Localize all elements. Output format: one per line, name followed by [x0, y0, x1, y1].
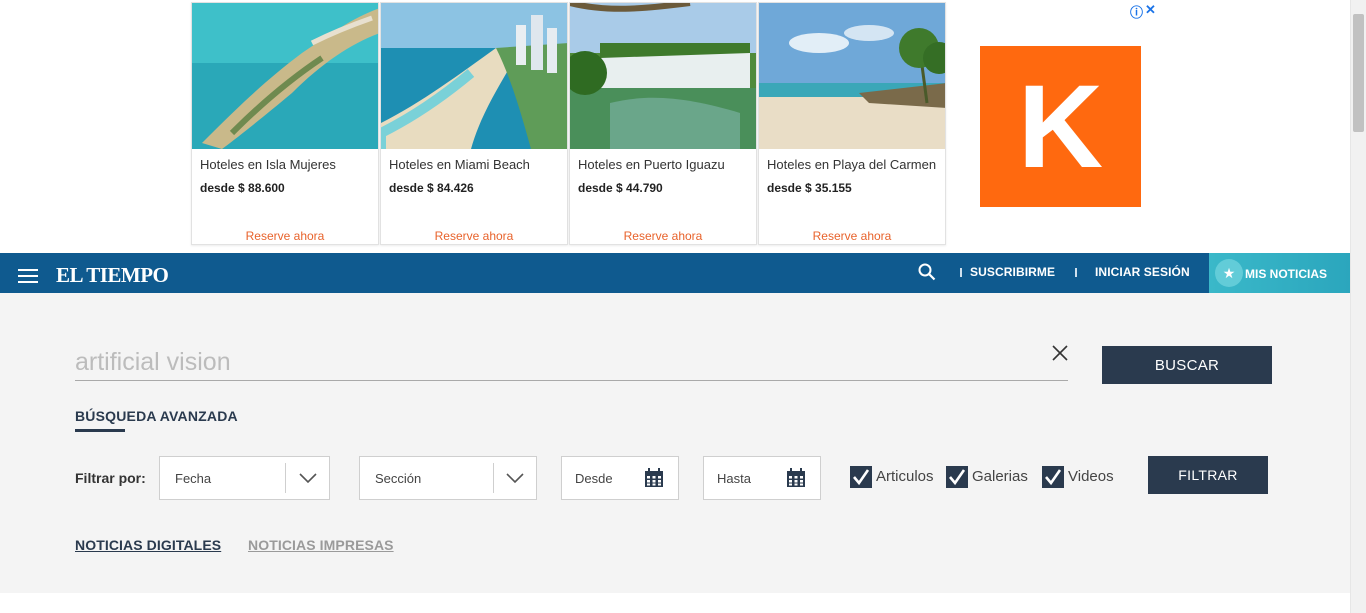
section-select[interactable]: Sección: [359, 456, 537, 500]
ad-title[interactable]: Hoteles en Miami Beach: [389, 157, 530, 172]
page: Hoteles en Isla Mujeres desde $ 88.600 R…: [0, 0, 1366, 613]
reserve-link[interactable]: Reserve ahora: [381, 229, 567, 243]
ad-image-isla-mujeres[interactable]: [192, 3, 378, 149]
articles-label[interactable]: Articulos: [876, 468, 934, 485]
calendar-icon[interactable]: [786, 468, 806, 488]
ad-card-isla-mujeres[interactable]: Hoteles en Isla Mujeres desde $ 88.600 R…: [191, 2, 379, 245]
ad-title[interactable]: Hoteles en Playa del Carmen: [767, 157, 936, 172]
mis-noticias-button[interactable]: ★ MIS NOTICIAS: [1209, 253, 1350, 293]
mis-noticias-label: MIS NOTICIAS: [1245, 267, 1328, 281]
chevron-down-icon: [299, 473, 317, 484]
date-to-label: Hasta: [717, 471, 751, 486]
tab-noticias-digitales[interactable]: NOTICIAS DIGITALES: [75, 537, 221, 553]
reserve-link[interactable]: Reserve ahora: [192, 229, 378, 243]
ad-card-playa-del-carmen[interactable]: Hoteles en Playa del Carmen desde $ 35.1…: [758, 2, 946, 245]
reserve-link[interactable]: Reserve ahora: [570, 229, 756, 243]
checkmark-icon: [1045, 469, 1062, 486]
page-scrollbar[interactable]: [1350, 0, 1366, 613]
date-select-value: Fecha: [175, 471, 212, 486]
articles-checkbox[interactable]: [850, 466, 872, 488]
ad-image-puerto-iguazu[interactable]: [570, 3, 756, 149]
ad-price: desde $ 35.155: [767, 181, 852, 195]
ad-card-puerto-iguazu[interactable]: Hoteles en Puerto Iguazu desde $ 44.790 …: [569, 2, 757, 245]
ad-card-miami-beach[interactable]: Hoteles en Miami Beach desde $ 84.426 Re…: [380, 2, 568, 245]
site-logo[interactable]: EL TIEMPO: [56, 263, 169, 288]
search-panel: BUSCAR BÚSQUEDA AVANZADA Filtrar por: Fe…: [0, 293, 1350, 593]
clear-search-icon[interactable]: [1050, 343, 1070, 363]
advanced-search-tab[interactable]: BÚSQUEDA AVANZADA: [75, 408, 238, 424]
ad-image-playa-del-carmen[interactable]: [759, 3, 945, 149]
nav-divider: [1075, 268, 1077, 277]
filter-button[interactable]: FILTRAR: [1148, 456, 1268, 494]
ad-image-miami-beach[interactable]: [381, 3, 567, 149]
search-icon[interactable]: [918, 263, 936, 281]
ad-price: desde $ 44.790: [578, 181, 663, 195]
ad-price: desde $ 84.426: [389, 181, 474, 195]
galleries-checkbox[interactable]: [946, 466, 968, 488]
section-select-value: Sección: [375, 471, 422, 486]
top-navigation: EL TIEMPO SUSCRIBIRME INICIAR SESIÓN ★ M…: [0, 253, 1350, 293]
subscribe-link[interactable]: SUSCRIBIRME: [970, 265, 1055, 279]
reserve-link[interactable]: Reserve ahora: [759, 229, 945, 243]
advanced-search-underline: [75, 429, 125, 432]
ad-brand-panel[interactable]: ⓘ ✕ K: [948, 0, 1160, 248]
date-from-field[interactable]: Desde: [561, 456, 679, 500]
checkmark-icon: [949, 469, 966, 486]
date-to-field[interactable]: Hasta: [703, 456, 821, 500]
search-button[interactable]: BUSCAR: [1102, 346, 1272, 384]
videos-label[interactable]: Videos: [1068, 468, 1114, 485]
ad-close-icon[interactable]: ✕: [1145, 2, 1156, 18]
tab-noticias-impresas[interactable]: NOTICIAS IMPRESAS: [248, 537, 394, 553]
chevron-down-icon: [506, 473, 524, 484]
scrollbar-thumb[interactable]: [1353, 14, 1364, 132]
calendar-icon[interactable]: [644, 468, 664, 488]
videos-checkbox[interactable]: [1042, 466, 1064, 488]
ad-price: desde $ 88.600: [200, 181, 285, 195]
star-icon: ★: [1215, 259, 1243, 287]
ad-title[interactable]: Hoteles en Puerto Iguazu: [578, 157, 725, 172]
date-from-label: Desde: [575, 471, 613, 486]
filter-label: Filtrar por:: [75, 470, 146, 486]
ad-banner: Hoteles en Isla Mujeres desde $ 88.600 R…: [0, 0, 1350, 253]
menu-icon[interactable]: [18, 269, 38, 283]
ad-info-icon[interactable]: ⓘ: [1130, 2, 1143, 21]
galleries-label[interactable]: Galerias: [972, 468, 1028, 485]
kayak-logo[interactable]: K: [980, 46, 1141, 207]
checkmark-icon: [853, 469, 870, 486]
nav-divider: [960, 268, 962, 277]
date-select[interactable]: Fecha: [159, 456, 330, 500]
search-input[interactable]: [75, 345, 1068, 381]
login-link[interactable]: INICIAR SESIÓN: [1095, 265, 1190, 279]
ad-title[interactable]: Hoteles en Isla Mujeres: [200, 157, 336, 172]
